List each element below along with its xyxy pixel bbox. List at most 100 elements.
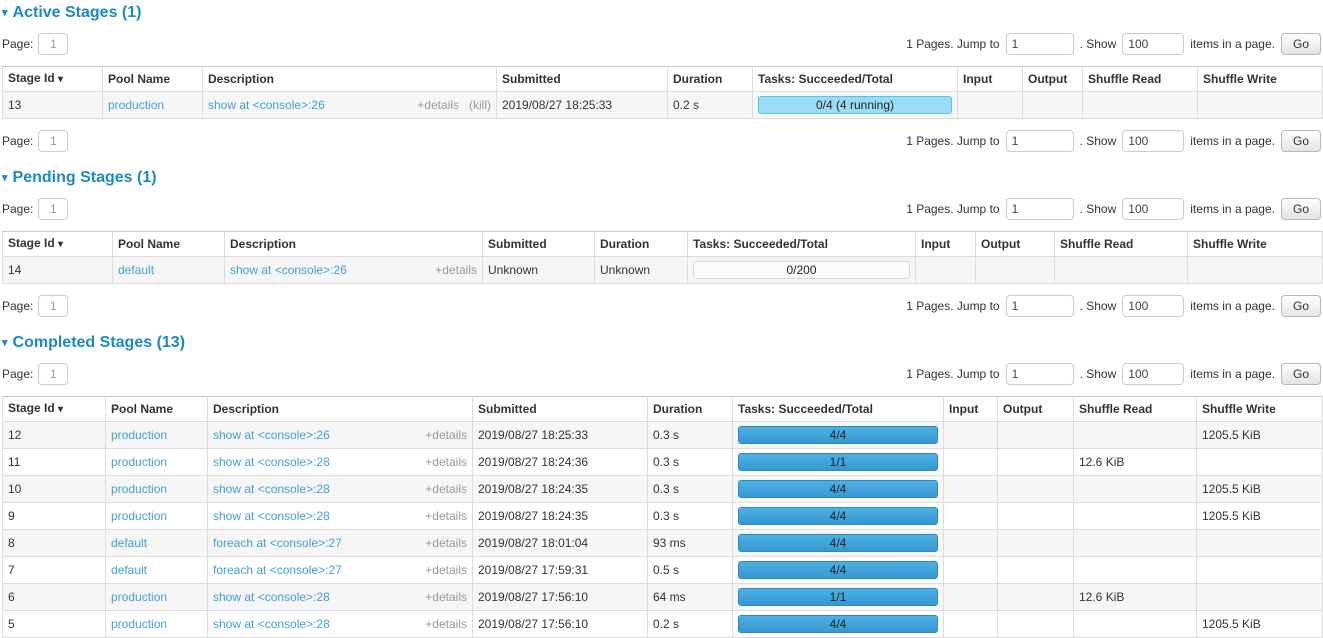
description-link[interactable]: show at <console>:28: [213, 509, 330, 523]
page-number-box[interactable]: 1: [38, 130, 68, 152]
details-link[interactable]: +details: [425, 455, 467, 469]
jump-to-input[interactable]: [1006, 33, 1074, 55]
column-header-input[interactable]: Input: [944, 397, 998, 422]
go-button[interactable]: Go: [1281, 363, 1321, 385]
column-header-output[interactable]: Output: [1023, 67, 1083, 92]
pool-name-link[interactable]: production: [111, 590, 167, 604]
details-link[interactable]: +details: [425, 482, 467, 496]
jump-to-input[interactable]: [1006, 295, 1074, 317]
show-text: . Show: [1080, 367, 1117, 381]
column-header-input[interactable]: Input: [916, 232, 976, 257]
jump-to-input[interactable]: [1006, 198, 1074, 220]
column-header-stage-id[interactable]: Stage Id ▾: [3, 67, 103, 92]
page-number-box[interactable]: 1: [38, 295, 68, 317]
column-header-duration[interactable]: Duration: [668, 67, 753, 92]
description-cell: show at <console>:28 +details: [208, 503, 473, 530]
description-link[interactable]: show at <console>:26: [208, 98, 325, 112]
column-header-shuffle-read[interactable]: Shuffle Read: [1083, 67, 1198, 92]
details-link[interactable]: +details: [425, 428, 467, 442]
details-link[interactable]: +details: [425, 509, 467, 523]
pool-name-link[interactable]: production: [111, 428, 167, 442]
column-header-shuffle-write[interactable]: Shuffle Write: [1188, 232, 1323, 257]
details-link[interactable]: +details: [417, 98, 459, 112]
details-link[interactable]: +details: [425, 536, 467, 550]
page-number-box[interactable]: 1: [38, 33, 68, 55]
details-link[interactable]: +details: [425, 590, 467, 604]
details-link[interactable]: +details: [425, 563, 467, 577]
pool-name-link[interactable]: default: [111, 536, 147, 550]
pool-name-link[interactable]: default: [118, 263, 154, 277]
column-header-submitted[interactable]: Submitted: [497, 67, 668, 92]
column-header-pool-name[interactable]: Pool Name: [103, 67, 203, 92]
show-count-input[interactable]: [1122, 295, 1184, 317]
submitted-cell: 2019/08/27 18:01:04: [473, 530, 648, 557]
column-header-pool-name[interactable]: Pool Name: [113, 232, 225, 257]
column-header-description[interactable]: Description: [225, 232, 483, 257]
go-button[interactable]: Go: [1281, 198, 1321, 220]
description-link[interactable]: show at <console>:28: [213, 590, 330, 604]
go-button[interactable]: Go: [1281, 295, 1321, 317]
column-header-output[interactable]: Output: [976, 232, 1055, 257]
show-count-input[interactable]: [1122, 130, 1184, 152]
task-progress-bar: 4/4: [738, 534, 938, 552]
go-button[interactable]: Go: [1281, 130, 1321, 152]
output-cell: [1023, 92, 1083, 119]
section-title-active-stages[interactable]: ▾ Active Stages (1): [2, 4, 1321, 22]
section-title-pending-stages[interactable]: ▾ Pending Stages (1): [2, 169, 1321, 187]
column-header-shuffle-write[interactable]: Shuffle Write: [1198, 67, 1323, 92]
column-header-description[interactable]: Description: [203, 67, 497, 92]
column-header-shuffle-read[interactable]: Shuffle Read: [1055, 232, 1188, 257]
page-number-box[interactable]: 1: [38, 363, 68, 385]
column-header-tasks[interactable]: Tasks: Succeeded/Total: [733, 397, 944, 422]
jump-to-input[interactable]: [1006, 130, 1074, 152]
shuffle-write-cell: 1205.5 KiB: [1197, 611, 1323, 638]
details-link[interactable]: +details: [435, 263, 477, 277]
column-header-stage-id[interactable]: Stage Id ▾: [3, 397, 106, 422]
shuffle-write-cell: [1188, 257, 1323, 284]
pool-name-link[interactable]: production: [111, 617, 167, 631]
items-text: items in a page.: [1190, 299, 1275, 313]
column-header-duration[interactable]: Duration: [648, 397, 733, 422]
pool-name-cell: default: [106, 557, 208, 584]
section-title-completed-stages[interactable]: ▾ Completed Stages (13): [2, 334, 1321, 352]
show-count-input[interactable]: [1122, 33, 1184, 55]
description-link[interactable]: show at <console>:26: [213, 428, 330, 442]
go-button[interactable]: Go: [1281, 33, 1321, 55]
pool-name-cell: production: [106, 422, 208, 449]
column-header-output[interactable]: Output: [998, 397, 1074, 422]
page-number-box[interactable]: 1: [38, 198, 68, 220]
description-link[interactable]: show at <console>:26: [230, 263, 347, 277]
pool-name-link[interactable]: production: [111, 455, 167, 469]
show-count-input[interactable]: [1122, 363, 1184, 385]
items-text: items in a page.: [1190, 202, 1275, 216]
show-count-input[interactable]: [1122, 198, 1184, 220]
column-header-submitted[interactable]: Submitted: [483, 232, 595, 257]
description-link[interactable]: foreach at <console>:27: [213, 563, 342, 577]
description-link[interactable]: show at <console>:28: [213, 482, 330, 496]
description-link[interactable]: show at <console>:28: [213, 455, 330, 469]
pool-name-link[interactable]: production: [111, 509, 167, 523]
description-link[interactable]: foreach at <console>:27: [213, 536, 342, 550]
submitted-cell: 2019/08/27 17:56:10: [473, 611, 648, 638]
column-header-tasks[interactable]: Tasks: Succeeded/Total: [753, 67, 958, 92]
jump-to-input[interactable]: [1006, 363, 1074, 385]
shuffle-read-cell: [1055, 257, 1188, 284]
column-header-input[interactable]: Input: [958, 67, 1023, 92]
tasks-cell: 1/1: [733, 584, 944, 611]
pool-name-link[interactable]: production: [111, 482, 167, 496]
column-header-duration[interactable]: Duration: [595, 232, 688, 257]
column-header-description[interactable]: Description: [208, 397, 473, 422]
column-header-submitted[interactable]: Submitted: [473, 397, 648, 422]
column-header-pool-name[interactable]: Pool Name: [106, 397, 208, 422]
pool-name-cell: default: [106, 530, 208, 557]
column-header-stage-id[interactable]: Stage Id ▾: [3, 232, 113, 257]
details-link[interactable]: +details: [425, 617, 467, 631]
description-link[interactable]: show at <console>:28: [213, 617, 330, 631]
pool-name-link[interactable]: production: [108, 98, 164, 112]
pool-name-link[interactable]: default: [111, 563, 147, 577]
kill-link[interactable]: (kill): [469, 98, 491, 112]
column-header-tasks[interactable]: Tasks: Succeeded/Total: [688, 232, 916, 257]
column-header-shuffle-read[interactable]: Shuffle Read: [1074, 397, 1197, 422]
column-header-shuffle-write[interactable]: Shuffle Write: [1197, 397, 1323, 422]
duration-cell: 0.2 s: [648, 611, 733, 638]
